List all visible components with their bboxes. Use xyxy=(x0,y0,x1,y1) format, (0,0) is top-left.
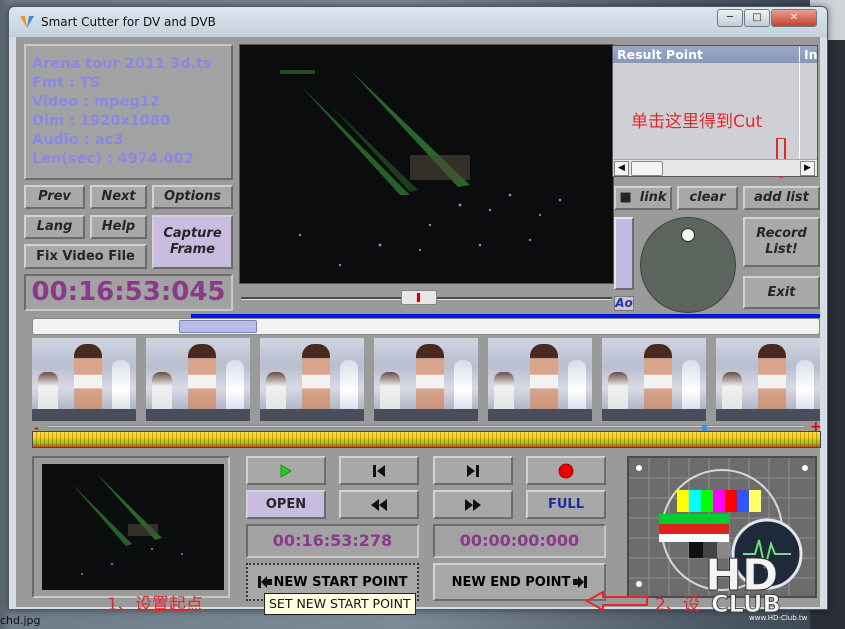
video-codec: Video : mpeg12 xyxy=(32,94,160,110)
end-point-icon xyxy=(573,576,588,588)
volume-slider[interactable] xyxy=(614,217,634,290)
preview-panel xyxy=(32,456,230,598)
prev-frame-button[interactable] xyxy=(339,456,419,485)
hd-club-logo: HD CLUB www.HD-Club.tw xyxy=(705,518,808,622)
record-list-button[interactable]: Record List! xyxy=(743,217,820,267)
fast-forward-button[interactable] xyxy=(433,490,513,519)
tooltip: SET NEW START POINT xyxy=(264,593,416,615)
add-list-button[interactable]: add list xyxy=(743,186,820,210)
lang-button[interactable]: Lang xyxy=(24,215,85,239)
annotation-click-here: 单击这里得到Cut xyxy=(631,112,763,132)
file-format: Fmt : TS xyxy=(32,75,101,91)
result-point-column[interactable]: Result Point xyxy=(617,47,703,62)
audio-output-label[interactable]: Ao xyxy=(614,296,634,311)
thumbnail-frame[interactable] xyxy=(146,338,250,421)
thumbnail-frame[interactable] xyxy=(602,338,706,421)
link-checkbox-button[interactable]: ■ link xyxy=(614,186,672,210)
prev-button[interactable]: Prev xyxy=(24,185,85,209)
capture-frame-button[interactable]: Capture Frame xyxy=(152,215,233,269)
thumbnail-frame[interactable] xyxy=(488,338,592,421)
result-hscrollbar[interactable]: ◀ ▶ xyxy=(614,159,817,176)
thumbnail-frame[interactable] xyxy=(716,338,820,421)
open-button[interactable]: OPEN xyxy=(246,490,326,519)
thumbnail-frame[interactable] xyxy=(32,338,136,421)
file-info-panel: Arena tour 2011 3d.ts Fmt : TS Video : m… xyxy=(24,44,233,180)
video-length: Len(sec) : 4974.002 xyxy=(32,151,194,167)
next-button[interactable]: Next xyxy=(90,185,147,209)
maximize-button[interactable]: □ xyxy=(744,9,770,27)
in-column[interactable]: In xyxy=(799,47,818,62)
rewind-icon xyxy=(371,498,387,511)
new-end-point-button[interactable]: NEW END POINT xyxy=(433,563,606,601)
clear-button[interactable]: clear xyxy=(677,186,738,210)
minimize-button[interactable]: ─ xyxy=(717,9,743,27)
close-button[interactable]: ✕ xyxy=(771,9,817,27)
seek-thumb[interactable] xyxy=(401,290,437,305)
background-file-name: chd.jpg xyxy=(0,614,41,627)
file-name: Arena tour 2011 3d.ts xyxy=(32,56,212,72)
rewind-button[interactable] xyxy=(339,490,419,519)
preview-video xyxy=(42,464,224,590)
column-divider xyxy=(799,63,800,159)
help-button[interactable]: Help xyxy=(90,215,147,239)
result-scroll-thumb[interactable] xyxy=(631,161,663,176)
thumbnail-scroll-thumb[interactable] xyxy=(179,320,257,333)
fast-forward-icon xyxy=(465,498,481,511)
play-icon xyxy=(280,463,292,478)
scroll-right-arrow-icon[interactable]: ▶ xyxy=(800,161,815,176)
thumbnail-frame[interactable] xyxy=(374,338,478,421)
scroll-left-arrow-icon[interactable]: ◀ xyxy=(614,161,629,176)
seek-slider[interactable] xyxy=(239,289,614,307)
window-title: Smart Cutter for DV and DVB xyxy=(41,15,216,29)
end-time-display: 00:00:00:000 xyxy=(433,524,606,558)
timeline-bar[interactable] xyxy=(32,431,821,448)
current-time-display: 00:16:53:045 xyxy=(24,274,233,311)
timeline-position-track[interactable] xyxy=(46,425,806,428)
annotation-set-start: 1、设置起点 xyxy=(107,595,203,615)
result-list-header: Result Point In xyxy=(613,46,818,63)
start-point-icon xyxy=(257,576,272,588)
thumbnail-strip[interactable] xyxy=(32,338,820,421)
thumbnail-scrollbar[interactable] xyxy=(32,318,820,335)
checkbox-icon: ■ xyxy=(619,190,632,205)
link-label: link xyxy=(639,190,667,205)
title-bar: Smart Cutter for DV and DVB ─ □ ✕ xyxy=(9,7,827,37)
video-dimension: Dim : 1920x1080 xyxy=(32,113,171,129)
record-button[interactable] xyxy=(526,456,606,485)
new-start-point-label: NEW START POINT xyxy=(273,574,408,590)
jog-dial-knob[interactable] xyxy=(681,228,695,242)
client-area: Arena tour 2011 3d.ts Fmt : TS Video : m… xyxy=(16,37,822,607)
thumbnail-frame[interactable] xyxy=(260,338,364,421)
desktop: 养 chd.jpg Smart Cutter for DV and DVB ─ … xyxy=(0,0,845,629)
left-arrow-icon xyxy=(585,590,648,612)
start-time-display: 00:16:53:278 xyxy=(246,524,419,558)
app-icon xyxy=(20,16,34,28)
exit-button[interactable]: Exit xyxy=(743,276,820,309)
audio-codec: Audio : ac3 xyxy=(32,132,124,148)
full-button[interactable]: FULL xyxy=(526,490,606,519)
next-frame-icon xyxy=(467,464,479,477)
result-point-list[interactable]: Result Point In 单击这里得到Cut ◀ ▶ xyxy=(612,45,818,178)
preview-frame-image xyxy=(42,464,224,590)
video-frame-image xyxy=(240,45,613,283)
jog-dial[interactable] xyxy=(640,217,736,313)
annotation-set-end: 2、设 xyxy=(655,595,700,615)
fix-video-file-button[interactable]: Fix Video File xyxy=(24,244,147,269)
record-icon xyxy=(558,463,574,478)
new-end-point-label: NEW END POINT xyxy=(451,574,571,590)
next-frame-button[interactable] xyxy=(433,456,513,485)
prev-frame-icon xyxy=(373,464,385,477)
options-button[interactable]: Options xyxy=(152,185,233,209)
play-button[interactable] xyxy=(246,456,326,485)
svg-text:www.HD-Club.tw: www.HD-Club.tw xyxy=(749,614,808,622)
video-player[interactable] xyxy=(239,44,614,284)
